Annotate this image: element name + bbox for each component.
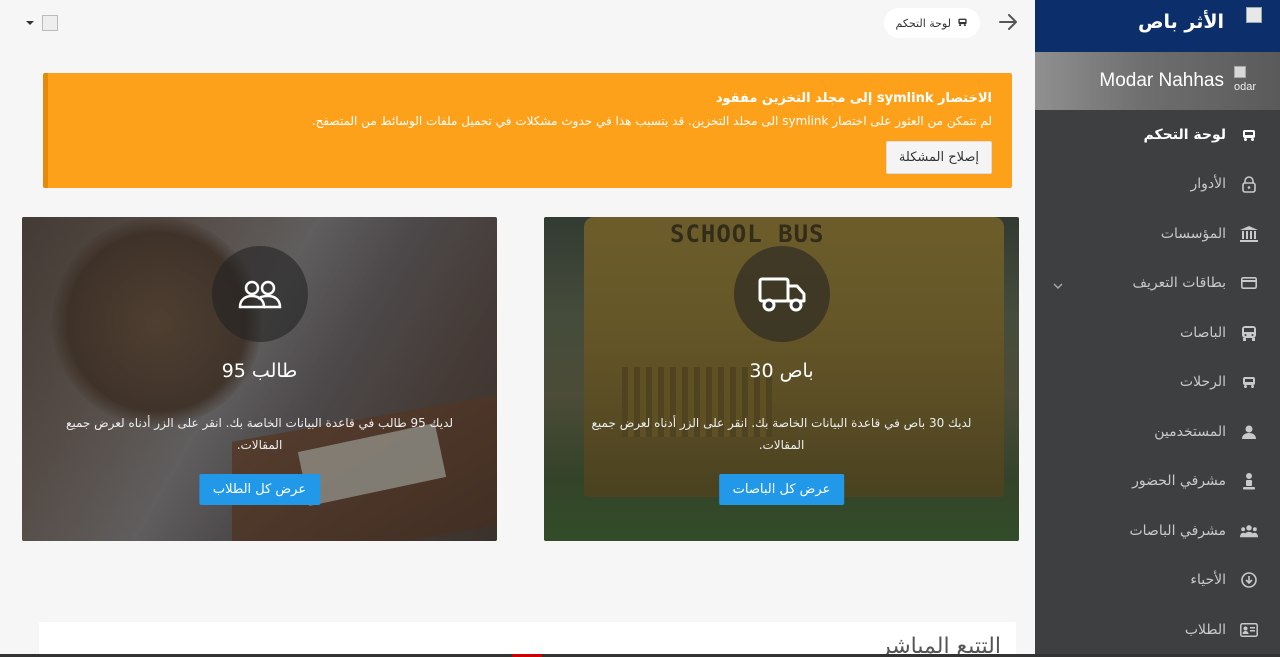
view-all-students-button[interactable]: عرض كل الطلاب <box>198 474 321 505</box>
dashboard-icon <box>1240 126 1258 144</box>
neighborhood-icon <box>1240 571 1258 589</box>
sidebar-item-label: الطلاب <box>1184 621 1226 638</box>
buses-card: SCHOOL BUS 30 باص لديك 30 باص في قاعدة ا… <box>544 217 1019 541</box>
students-count: 95 طالب <box>221 360 298 382</box>
sidebar: الأثر باص Modar Nahhas odar لوحة التحكم … <box>1035 0 1280 657</box>
sidebar-item-label: بطاقات التعريف <box>1132 275 1226 292</box>
avatar: odar <box>1234 66 1270 96</box>
bus-supervisors-icon <box>1240 522 1258 540</box>
sidebar-item-label: الأدوار <box>1190 176 1226 193</box>
brand-header[interactable]: الأثر باص <box>1035 0 1280 52</box>
truck-icon <box>733 246 830 342</box>
id-card-icon <box>1240 274 1258 292</box>
storage-symlink-alert: الاختصار symlink إلى مجلد التخزين مفقود … <box>43 73 1012 188</box>
lock-icon <box>1240 175 1258 193</box>
attendance-supervisor-icon <box>1240 472 1258 490</box>
fix-issue-button[interactable]: إصلاح المشكلة <box>885 141 992 174</box>
sidebar-item-dashboard[interactable]: لوحة التحكم <box>1035 110 1280 160</box>
sidebar-item-users[interactable]: المستخدمين <box>1035 407 1280 457</box>
sidebar-item-label: لوحة التحكم <box>1143 126 1226 143</box>
avatar-alt-text: odar <box>1234 81 1257 93</box>
sidebar-item-attendance-supervisors[interactable]: مشرفي الحضور <box>1035 457 1280 507</box>
sidebar-item-label: الرحلات <box>1179 374 1226 391</box>
alert-message: لم نتمكن من العثور على اختصار symlink ال… <box>311 114 992 128</box>
dashboard-icon <box>957 17 968 30</box>
sidebar-item-neighborhoods[interactable]: الأحياء <box>1035 556 1280 606</box>
sidebar-item-buses[interactable]: الباصات <box>1035 308 1280 358</box>
live-tracking-panel: التتبع المباشر <box>39 622 1016 657</box>
sidebar-item-label: مشرفي الحضور <box>1132 473 1226 490</box>
institution-icon <box>1240 225 1258 243</box>
buses-description: لديك 30 باص في قاعدة البيانات الخاصة بك.… <box>591 416 972 452</box>
arrow-right-icon[interactable] <box>997 11 1019 33</box>
user-panel[interactable]: Modar Nahhas odar <box>1035 52 1280 110</box>
user-name: Modar Nahhas <box>1099 70 1224 91</box>
avatar <box>42 15 58 31</box>
sidebar-item-roles[interactable]: الأدوار <box>1035 160 1280 210</box>
bus-icon <box>1240 324 1258 342</box>
brand-logo-icon <box>1246 7 1262 23</box>
caret-down-icon <box>26 21 34 25</box>
students-description: لديك 95 طالب في قاعدة البيانات الخاصة بك… <box>65 416 454 452</box>
people-icon <box>211 246 308 342</box>
breadcrumb-label: لوحة التحكم <box>895 16 951 30</box>
chevron-down-icon[interactable] <box>1053 277 1063 293</box>
students-card-icon <box>1240 621 1258 639</box>
sidebar-item-label: الأحياء <box>1190 572 1226 589</box>
alert-title: الاختصار symlink إلى مجلد التخزين مفقود <box>715 91 992 106</box>
topbar: لوحة التحكم <box>0 0 1035 46</box>
sidebar-item-id-cards[interactable]: بطاقات التعريف <box>1035 259 1280 309</box>
sidebar-item-label: المستخدمين <box>1154 423 1226 440</box>
sidebar-item-institutions[interactable]: المؤسسات <box>1035 209 1280 259</box>
user-icon <box>1240 423 1258 441</box>
sidebar-item-label: مشرفي الباصات <box>1129 522 1226 539</box>
brand-title: الأثر باص <box>1137 11 1224 33</box>
sidebar-menu: لوحة التحكم الأدوار المؤسسات بطاقات التع… <box>1035 110 1280 655</box>
sidebar-item-label: الباصات <box>1180 324 1226 341</box>
user-dropdown[interactable] <box>26 15 58 31</box>
trips-icon <box>1240 373 1258 391</box>
sidebar-item-trips[interactable]: الرحلات <box>1035 358 1280 408</box>
buses-count: 30 باص <box>749 360 814 382</box>
sidebar-item-students[interactable]: الطلاب <box>1035 605 1280 655</box>
sidebar-item-label: المؤسسات <box>1160 225 1226 242</box>
sidebar-item-bus-supervisors[interactable]: مشرفي الباصات <box>1035 506 1280 556</box>
students-card: 95 طالب لديك 95 طالب في قاعدة البيانات ا… <box>22 217 497 541</box>
breadcrumb[interactable]: لوحة التحكم <box>883 8 980 38</box>
view-all-buses-button[interactable]: عرض كل الباصات <box>718 474 845 505</box>
